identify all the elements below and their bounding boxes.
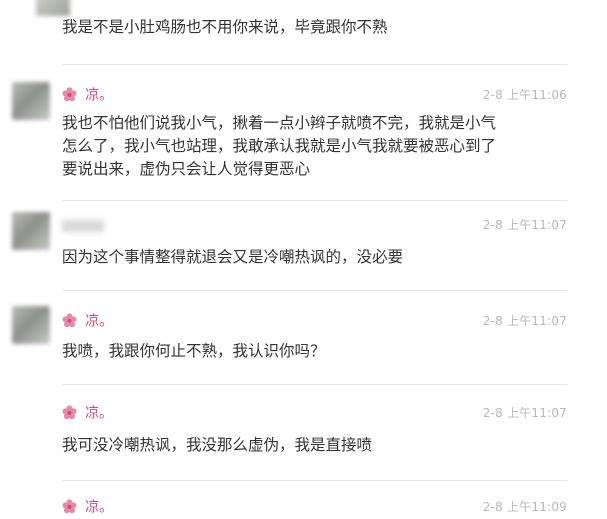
divider: [62, 480, 567, 481]
divider: [62, 384, 567, 385]
avatar[interactable]: [12, 212, 50, 250]
timestamp: 2-8 上午11:07: [482, 406, 567, 420]
divider: [62, 290, 567, 291]
timestamp: 2-8 上午11:06: [482, 88, 567, 102]
username[interactable]: [62, 219, 104, 232]
divider: [62, 64, 567, 65]
comment-text: 我也不怕他们说我小气，揪着一点小辫子就喷不完，我就是小气 怎么了，我小气也站理，…: [62, 112, 567, 181]
flower-icon: [62, 405, 77, 420]
divider: [62, 200, 567, 201]
comment-text: 因为这个事情整得就退会又是冷嘲热讽的，没必要: [62, 248, 404, 266]
flower-icon: [62, 499, 77, 514]
comment-text-line: 要说出来，虚伪只会让人觉得更恶心: [62, 160, 311, 178]
comment-item: 凉。 2-8 上午11:07 我可没冷嘲热讽，我没那么虚伪，我是直接喷: [62, 402, 567, 457]
comment-item: 凉。 2-8 上午11:07 我喷，我跟你何止不熟，我认识你吗？: [62, 310, 567, 363]
avatar[interactable]: [12, 82, 50, 120]
comment-meta: 凉。 2-8 上午11:07: [62, 310, 567, 332]
comment-item: 凉。 2-8 上午11:09: [62, 496, 567, 518]
comment-meta: 凉。 2-8 上午11:07: [62, 402, 567, 424]
comment-thread: 我是不是小肚鸡肠也不用你来说，毕竟跟你不熟 凉。 2-8 上午11:06 我也不…: [0, 0, 607, 516]
timestamp: 2-8 上午11:07: [482, 218, 567, 232]
username[interactable]: 凉。: [85, 314, 113, 330]
flower-icon: [62, 313, 77, 328]
flower-icon: [62, 87, 77, 102]
avatar[interactable]: [12, 306, 50, 344]
comment-meta: 凉。 2-8 上午11:09: [62, 496, 567, 518]
timestamp: 2-8 上午11:07: [482, 314, 567, 328]
comment-text-line: 怎么了，我小气也站理，我敢承认我就是小气我就要被恶心到了: [62, 137, 497, 155]
comment-text-line: 我也不怕他们说我小气，揪着一点小辫子就喷不完，我就是小气: [62, 114, 497, 132]
comment-text: 我喷，我跟你何止不熟，我认识你吗？: [62, 342, 326, 360]
comment-text: 我可没冷嘲热讽，我没那么虚伪，我是直接喷: [62, 436, 373, 454]
comment-meta: 2-8 上午11:07: [62, 214, 567, 236]
comment-text: 我是不是小肚鸡肠也不用你来说，毕竟跟你不熟: [62, 18, 388, 36]
comment-item: 我是不是小肚鸡肠也不用你来说，毕竟跟你不熟: [62, 16, 567, 39]
username[interactable]: 凉。: [85, 88, 113, 104]
avatar[interactable]: [36, 0, 70, 16]
comment-meta: 凉。 2-8 上午11:06: [62, 84, 567, 106]
comment-item: 凉。 2-8 上午11:06 我也不怕他们说我小气，揪着一点小辫子就喷不完，我就…: [62, 84, 567, 181]
username[interactable]: 凉。: [85, 406, 113, 422]
timestamp: 2-8 上午11:09: [482, 500, 567, 514]
comment-item: 2-8 上午11:07 因为这个事情整得就退会又是冷嘲热讽的，没必要: [62, 214, 567, 269]
